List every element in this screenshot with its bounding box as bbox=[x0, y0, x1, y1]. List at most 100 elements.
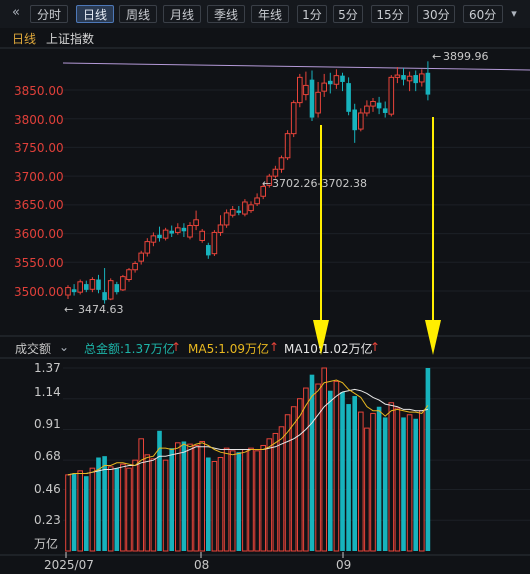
volume-bar bbox=[413, 418, 418, 551]
candle-body bbox=[376, 102, 382, 109]
up-arrow-icon: ↑ bbox=[370, 340, 381, 354]
up-arrow-icon: ↑ bbox=[171, 340, 182, 354]
tab-yearly[interactable]: 年线 bbox=[251, 5, 289, 23]
candle-body bbox=[401, 75, 406, 80]
volume-unit: 万亿 bbox=[34, 536, 58, 551]
volume-bar bbox=[217, 456, 224, 552]
volume-bar bbox=[388, 402, 395, 552]
volume-bar bbox=[346, 404, 351, 551]
volume-bar bbox=[266, 438, 273, 552]
kline-chart: 3850.00 3800.00 3750.00 3700.00 3650.00 … bbox=[0, 47, 530, 572]
volume-bar bbox=[77, 470, 84, 552]
volume-bar bbox=[352, 396, 357, 551]
volume-bar bbox=[236, 452, 242, 551]
candle-body bbox=[77, 281, 84, 293]
volume-bar bbox=[254, 450, 260, 552]
volume-bar bbox=[394, 407, 401, 552]
candle-body bbox=[340, 75, 345, 82]
index-name: 上证指数 bbox=[46, 32, 95, 46]
volume-bar bbox=[278, 426, 285, 552]
volume-bar bbox=[138, 438, 144, 552]
tab-quarterly[interactable]: 季线 bbox=[207, 5, 245, 23]
volume-bar bbox=[199, 440, 205, 552]
candle-body bbox=[236, 210, 242, 213]
volume-bar bbox=[358, 411, 364, 552]
tab-30min[interactable]: 30分 bbox=[417, 5, 455, 23]
price-tick: 3650.00 bbox=[14, 198, 64, 212]
candle-body bbox=[254, 197, 260, 205]
candle-body bbox=[132, 262, 138, 271]
volume-axis: 1.37 1.14 0.91 0.68 0.46 0.23 万亿 bbox=[34, 361, 61, 551]
tab-monthly[interactable]: 月线 bbox=[163, 5, 201, 23]
volume-bar bbox=[107, 466, 114, 552]
volume-header: 成交额 ⌄ 总金额:1.37万亿 ↑ MA5:1.09万亿 ↑ MA10:1.0… bbox=[0, 338, 530, 358]
chevron-down-icon[interactable]: ▾ bbox=[507, 5, 521, 23]
volume-bar bbox=[321, 367, 327, 552]
tab-5min[interactable]: 5分 bbox=[333, 5, 363, 23]
volume-title[interactable]: 成交额 bbox=[15, 340, 51, 357]
period-toolbar: « 分时 日线 周线 月线 季线 年线 1分 5分 15分 30分 60分 ▾ bbox=[0, 0, 530, 28]
candle-body bbox=[71, 289, 77, 293]
volume-bar bbox=[229, 450, 236, 552]
candle-body bbox=[394, 74, 401, 78]
volume-bar bbox=[284, 414, 291, 552]
volume-bar bbox=[425, 368, 431, 551]
candle-body bbox=[346, 83, 351, 112]
date-tick: 09 bbox=[336, 558, 351, 572]
candle-body bbox=[89, 279, 96, 290]
tab-weekly[interactable]: 周线 bbox=[119, 5, 157, 23]
date-tick: 08 bbox=[194, 558, 209, 572]
tab-60min[interactable]: 60分 bbox=[463, 5, 503, 23]
candle-body bbox=[290, 102, 297, 135]
trend-line[interactable] bbox=[62, 62, 530, 71]
volume-bar bbox=[187, 443, 193, 552]
volume-bar bbox=[102, 456, 107, 551]
candle-body bbox=[199, 230, 205, 241]
candle-body bbox=[321, 82, 327, 92]
volume-bar bbox=[193, 444, 199, 552]
candle-body bbox=[211, 231, 218, 255]
tab-15min[interactable]: 15分 bbox=[371, 5, 409, 23]
candle-body bbox=[364, 105, 370, 114]
tab-1min[interactable]: 1分 bbox=[297, 5, 327, 23]
candle-body bbox=[284, 133, 291, 159]
ma5-value: MA5:1.09万亿 bbox=[188, 342, 269, 356]
volume-bar bbox=[272, 432, 279, 552]
volume-bar bbox=[260, 444, 266, 552]
candle-body bbox=[297, 76, 303, 104]
total-amount: 总金额:1.37万亿 bbox=[84, 342, 175, 356]
low-arrow: ← bbox=[64, 303, 73, 316]
candle-body bbox=[206, 245, 211, 256]
volume-bar bbox=[175, 442, 181, 552]
volume-bar bbox=[211, 461, 218, 552]
candle-body bbox=[388, 76, 395, 115]
candle-body bbox=[102, 292, 107, 301]
candle-body bbox=[157, 234, 162, 239]
volume-bar bbox=[364, 427, 370, 552]
price-tick: 3800.00 bbox=[14, 113, 64, 127]
candle-body bbox=[107, 280, 114, 300]
ma10-line bbox=[67, 388, 429, 476]
high-label: 3899.96 bbox=[443, 50, 489, 63]
ma10-value: MA10:1.02万亿 bbox=[284, 342, 373, 356]
volume-bar bbox=[315, 383, 321, 552]
volume-bar bbox=[114, 468, 120, 551]
tab-intraday[interactable]: 分时 bbox=[30, 5, 68, 23]
chevron-down-icon[interactable]: ⌄ bbox=[59, 340, 69, 354]
price-tick: 3750.00 bbox=[14, 141, 64, 155]
candle-body bbox=[223, 212, 230, 226]
candle-body bbox=[144, 241, 151, 254]
volume-tick: 0.46 bbox=[34, 482, 61, 496]
period-label: 日线 bbox=[12, 32, 37, 46]
candle-body bbox=[278, 157, 285, 170]
highlight-arrows bbox=[313, 117, 441, 355]
collapse-icon[interactable]: « bbox=[8, 4, 24, 22]
candle-body bbox=[138, 252, 144, 262]
candle-body bbox=[187, 225, 193, 238]
volume-bar bbox=[333, 380, 340, 552]
tab-daily[interactable]: 日线 bbox=[76, 5, 114, 23]
volume-bar bbox=[328, 390, 333, 551]
candle-body bbox=[169, 230, 174, 234]
candle-body bbox=[150, 235, 157, 243]
volume-bar bbox=[162, 459, 169, 552]
